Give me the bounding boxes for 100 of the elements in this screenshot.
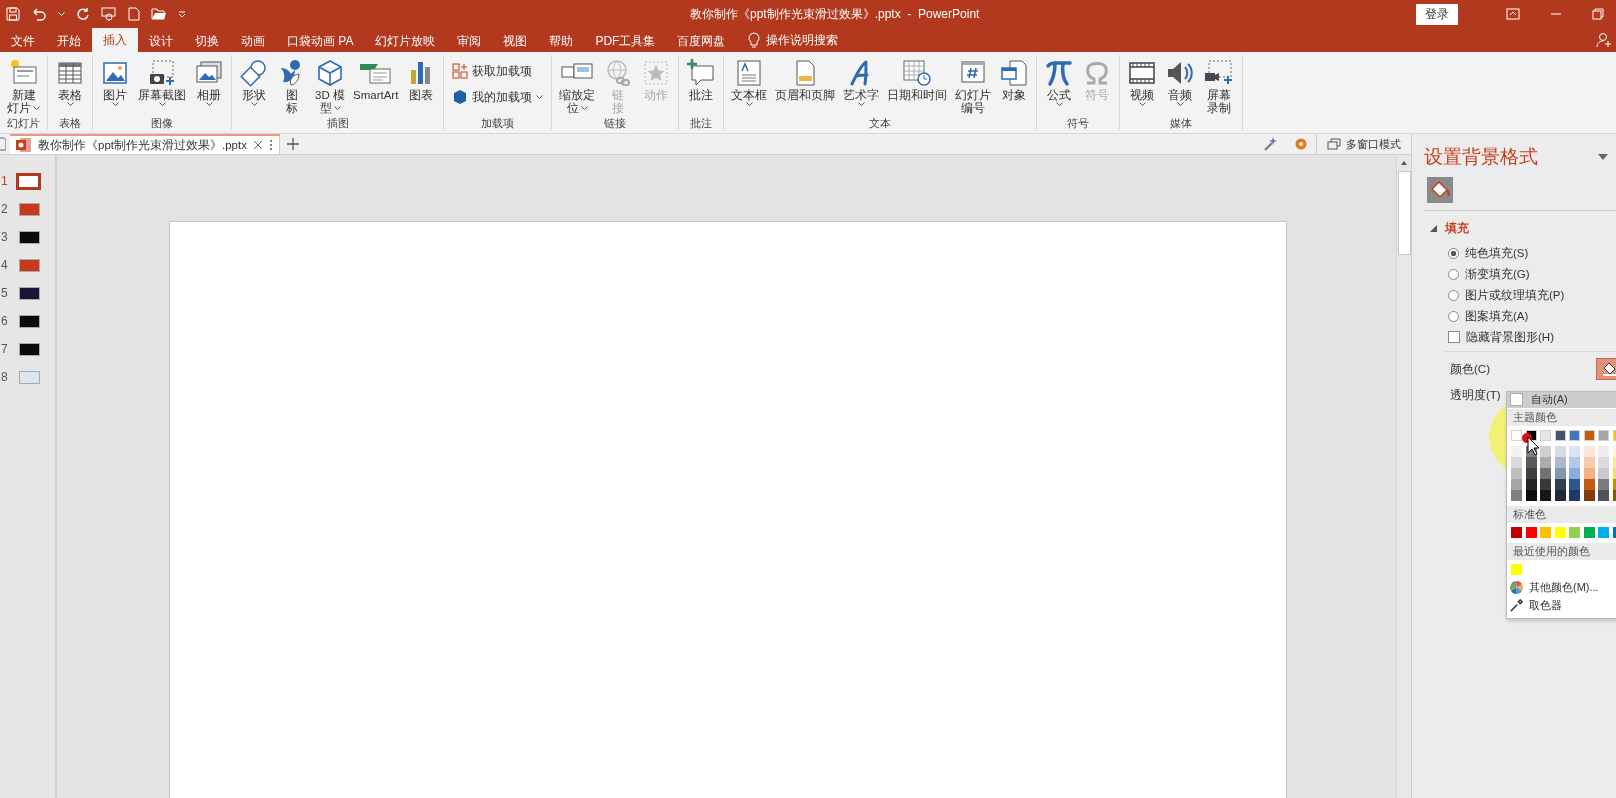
file-icon[interactable] [0, 137, 6, 151]
color-swatch[interactable] [1511, 563, 1522, 575]
slide-thumbnail[interactable] [19, 258, 40, 272]
color-swatch[interactable] [1569, 445, 1580, 457]
slide-thumbnail[interactable] [19, 202, 40, 216]
tell-me-search[interactable]: 操作说明搜索 [766, 30, 839, 52]
checkbox-label[interactable]: 隐藏背景图形(H) [1466, 329, 1554, 345]
color-swatch[interactable] [1511, 429, 1522, 441]
color-swatch[interactable] [1598, 478, 1609, 490]
new-tab-icon[interactable] [286, 138, 299, 150]
folder-icon[interactable] [151, 7, 167, 21]
color-swatch[interactable] [1569, 456, 1580, 468]
radio-label[interactable]: 图片或纹理填充(P) [1465, 287, 1565, 303]
ribbon-tab[interactable]: 视图 [492, 30, 539, 52]
ribbon-tab[interactable]: 开始 [46, 30, 92, 52]
slide-thumbnail[interactable] [19, 342, 40, 356]
color-swatch[interactable] [1583, 467, 1595, 479]
ribbon-tab[interactable]: 口袋动画 PA [276, 30, 365, 52]
color-swatch[interactable] [1554, 526, 1566, 538]
ribbon-button[interactable]: 图片 [97, 55, 133, 107]
expanded-icon[interactable] [1430, 225, 1437, 232]
color-swatch[interactable] [1598, 456, 1609, 468]
more-colors-item[interactable]: 其他颜色(M)... [1507, 578, 1616, 597]
ribbon-button[interactable]: 日期和时间 [884, 55, 951, 102]
color-swatch[interactable] [1525, 456, 1537, 468]
color-swatch[interactable] [1511, 478, 1522, 490]
ribbon-tab[interactable]: 百度网盘 [666, 30, 737, 52]
ribbon-tab[interactable]: 幻灯片放映 [364, 30, 447, 52]
color-swatch[interactable] [1540, 456, 1551, 468]
color-swatch[interactable] [1540, 526, 1551, 538]
color-swatch[interactable] [1598, 526, 1609, 538]
section-heading[interactable]: 填充 [1445, 221, 1469, 236]
ribbon-button[interactable]: 艺术字 [840, 55, 883, 107]
ribbon-button[interactable]: 音频 [1162, 55, 1199, 107]
flower-icon[interactable] [1294, 137, 1308, 151]
ribbon-button[interactable]: 表格 [52, 55, 88, 107]
add-person-icon[interactable] [1596, 32, 1612, 48]
color-swatch[interactable] [1569, 467, 1580, 479]
ribbon-display-icon[interactable] [1506, 8, 1520, 20]
caret-icon[interactable] [58, 11, 65, 17]
color-swatch[interactable] [1598, 467, 1609, 479]
color-swatch[interactable] [1525, 489, 1537, 501]
radio-button[interactable] [1448, 247, 1459, 259]
restore-icon[interactable] [1592, 8, 1604, 20]
color-swatch[interactable] [1511, 489, 1522, 501]
ribbon-button[interactable]: 形状 [236, 55, 272, 107]
color-swatch[interactable] [1598, 445, 1609, 457]
ribbon-button[interactable]: 我的加载项 [448, 87, 548, 107]
close-icon[interactable] [252, 140, 263, 150]
color-swatch[interactable] [1540, 489, 1551, 501]
ribbon-button[interactable]: 图 标 [274, 55, 310, 115]
color-swatch[interactable] [1583, 526, 1595, 538]
ribbon-tab[interactable]: 切换 [184, 30, 230, 52]
color-swatch[interactable] [1554, 445, 1566, 457]
magic-wand-icon[interactable] [1262, 136, 1278, 152]
ribbon-tab[interactable]: 设计 [138, 30, 184, 52]
color-swatch[interactable] [1554, 456, 1566, 468]
slide-thumbnail[interactable] [19, 286, 40, 300]
ribbon-tab[interactable]: 帮助 [538, 30, 585, 52]
radio-label[interactable]: 图案填充(A) [1465, 308, 1529, 324]
color-swatch[interactable] [1554, 478, 1566, 490]
slide-thumbnail[interactable] [16, 172, 41, 190]
ribbon-button[interactable]: SmartArt [350, 55, 402, 102]
ribbon-button[interactable]: 新建 灯片 [4, 55, 43, 115]
radio-label[interactable]: 纯色填充(S) [1465, 245, 1529, 261]
new-document-icon[interactable] [128, 7, 140, 21]
color-swatch[interactable] [1598, 489, 1609, 501]
more-icon[interactable] [268, 139, 273, 151]
vertical-scrollbar[interactable] [1396, 155, 1411, 798]
ribbon-tab[interactable]: 插入 [92, 28, 138, 52]
save-icon[interactable] [6, 7, 20, 21]
color-swatch[interactable] [1525, 467, 1537, 479]
customize-icon[interactable] [178, 10, 186, 18]
undo-icon[interactable] [31, 7, 47, 21]
color-swatch[interactable] [1569, 429, 1580, 441]
fill-color-button[interactable] [1596, 358, 1616, 380]
ribbon-button[interactable]: 文本框 [728, 55, 771, 107]
lightbulb-icon[interactable] [748, 32, 761, 48]
ribbon-button[interactable]: 屏幕 录制 [1200, 55, 1239, 115]
color-swatch[interactable] [1583, 445, 1595, 457]
ribbon-button[interactable]: 图表 [403, 55, 440, 102]
color-swatch[interactable] [1554, 489, 1566, 501]
paint-bucket-icon[interactable] [1427, 177, 1453, 203]
color-swatch[interactable] [1511, 467, 1522, 479]
slideshow-icon[interactable] [101, 7, 117, 21]
ribbon-button[interactable]: 获取加载项 [448, 61, 548, 81]
slide-thumbnail[interactable] [19, 230, 40, 244]
redo-icon[interactable] [76, 7, 90, 21]
ribbon-button[interactable]: 批注 [683, 55, 720, 102]
ribbon-button[interactable]: 屏幕截图 [135, 55, 189, 107]
ribbon-button[interactable]: 缩放定 位 [556, 55, 599, 115]
automatic-color-item[interactable]: 自动(A) [1507, 392, 1616, 408]
ribbon-tab[interactable]: 审阅 [446, 30, 493, 52]
sign-in-button[interactable]: 登录 [1416, 3, 1458, 25]
ribbon-button[interactable]: 视频 [1124, 55, 1161, 107]
color-swatch[interactable] [1583, 456, 1595, 468]
ribbon-tab[interactable]: PDF工具集 [584, 30, 667, 52]
color-swatch[interactable] [1554, 429, 1566, 441]
radio-button[interactable] [1448, 289, 1459, 301]
color-swatch[interactable] [1511, 456, 1522, 468]
